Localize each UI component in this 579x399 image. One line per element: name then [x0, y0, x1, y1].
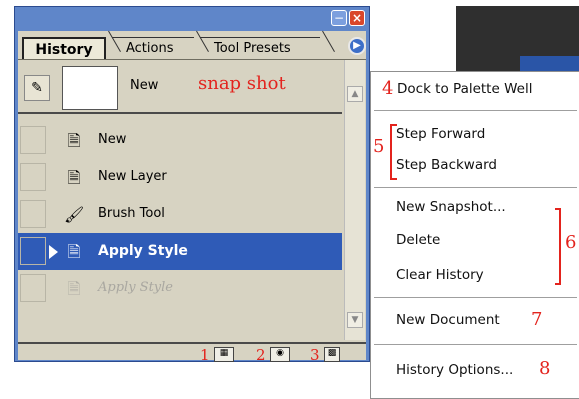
- menu-item-dock-to-palette-well[interactable]: Dock to Palette Well: [397, 81, 532, 97]
- document-icon: 🗎: [67, 131, 81, 150]
- snapshot-thumbnail: [62, 66, 118, 110]
- history-brush-source-icon[interactable]: ✎: [24, 75, 50, 101]
- palette-flyout-menu: 4 Dock to Palette Well 5 Step Forward St…: [370, 71, 579, 399]
- history-brush-checkbox[interactable]: [20, 163, 46, 191]
- history-palette: − × History Actions Tool Presets ▶ ✎ New…: [14, 6, 370, 364]
- palette-footer: 1 ▦ 2 ◉ 3 ▩: [18, 342, 366, 364]
- scroll-up-icon[interactable]: ▲: [347, 86, 363, 102]
- snapshot-name: New: [130, 78, 159, 93]
- document-icon: 🗎: [67, 168, 81, 187]
- new-document-icon[interactable]: ▦: [214, 347, 234, 362]
- tab-actions[interactable]: Actions: [112, 37, 194, 59]
- annotation-number: 8: [539, 358, 551, 379]
- annotation-number: 1: [200, 346, 210, 364]
- tab-divider: [322, 30, 335, 53]
- history-brush-checkbox[interactable]: [20, 237, 46, 265]
- palette-titlebar[interactable]: − ×: [15, 7, 369, 30]
- annotation-number: 2: [256, 346, 266, 364]
- history-brush-checkbox[interactable]: [20, 200, 46, 228]
- menu-separator: [374, 187, 577, 188]
- menu-item-step-backward[interactable]: Step Backward: [396, 157, 497, 173]
- history-state-row[interactable]: 🗎 New Layer: [18, 159, 342, 196]
- history-state-label: Apply Style: [98, 280, 173, 295]
- menu-item-history-options[interactable]: History Options...: [396, 362, 513, 378]
- history-state-row[interactable]: 🗎 New: [18, 122, 342, 159]
- history-state-label: Apply Style: [98, 243, 188, 259]
- menu-item-delete[interactable]: Delete: [396, 232, 440, 248]
- current-state-pointer-icon[interactable]: [49, 245, 58, 259]
- history-state-label: Brush Tool: [98, 206, 165, 221]
- history-brush-checkbox[interactable]: [20, 126, 46, 154]
- menu-separator: [374, 344, 577, 345]
- brush-icon: 🖌: [64, 205, 85, 224]
- history-state-row[interactable]: 🖌 Brush Tool: [18, 196, 342, 233]
- history-state-label: New: [98, 132, 127, 147]
- annotation-number: 6: [565, 232, 577, 253]
- close-button[interactable]: ×: [349, 10, 365, 26]
- tab-history[interactable]: History: [22, 37, 106, 59]
- menu-separator: [374, 297, 577, 298]
- history-state-label: New Layer: [98, 169, 167, 184]
- history-scrollbar[interactable]: ▲ ▼: [344, 60, 365, 340]
- tab-tool-presets[interactable]: Tool Presets: [200, 37, 320, 59]
- palette-menu-button[interactable]: ▶: [348, 37, 366, 55]
- trash-icon[interactable]: ▩: [324, 347, 340, 362]
- camera-icon[interactable]: ◉: [270, 347, 290, 362]
- annotation-number: 7: [531, 309, 543, 330]
- snapshot-row[interactable]: ✎ New snap shot: [18, 62, 342, 114]
- palette-tabs: History Actions Tool Presets ▶: [18, 30, 366, 60]
- snapshot-annotation: snap shot: [198, 73, 286, 94]
- menu-item-new-document[interactable]: New Document: [396, 312, 500, 328]
- menu-item-step-forward[interactable]: Step Forward: [396, 126, 485, 142]
- history-states: 🗎 New 🗎 New Layer 🖌 Brush Tool 🗎 Apply S…: [18, 122, 342, 307]
- annotation-number: 3: [310, 346, 320, 364]
- menu-item-clear-history[interactable]: Clear History: [396, 267, 484, 283]
- annotation-number: 5: [373, 136, 385, 157]
- document-icon: 🗎: [67, 242, 81, 261]
- history-list-area: ✎ New snap shot 🗎 New 🗎 New Layer 🖌 Brus…: [18, 60, 366, 364]
- scroll-down-icon[interactable]: ▼: [347, 312, 363, 328]
- annotation-bracket: [555, 208, 561, 285]
- menu-separator: [374, 110, 577, 111]
- minimize-button[interactable]: −: [331, 10, 347, 26]
- annotation-number: 4: [382, 78, 394, 99]
- history-brush-checkbox[interactable]: [20, 274, 46, 302]
- history-state-row-dimmed[interactable]: 🗎 Apply Style: [18, 270, 342, 307]
- menu-item-new-snapshot[interactable]: New Snapshot...: [396, 199, 506, 215]
- history-state-row-active[interactable]: 🗎 Apply Style: [18, 233, 342, 270]
- document-icon: 🗎: [67, 279, 81, 298]
